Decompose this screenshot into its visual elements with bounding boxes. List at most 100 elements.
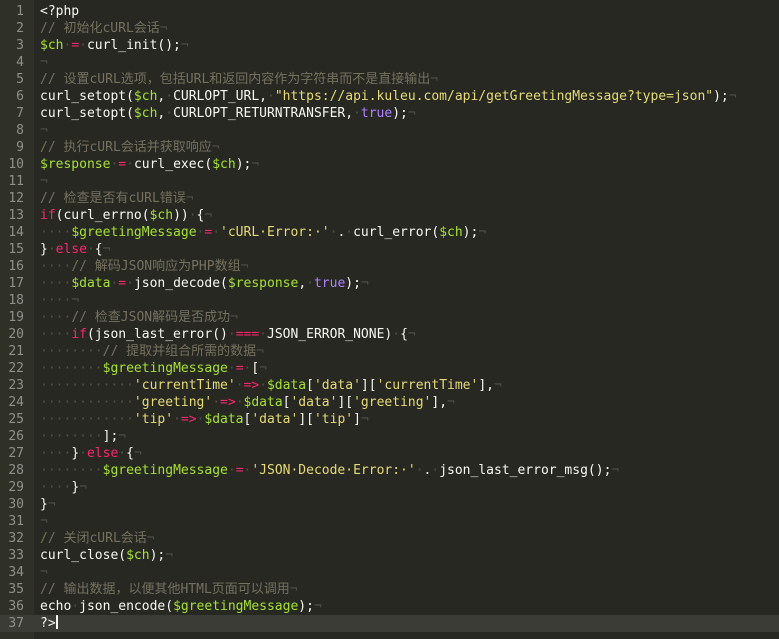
code-token: json_encode(	[79, 599, 174, 614]
code-line[interactable]: 16 ····// 解码JSON响应为PHP数组¬	[0, 258, 779, 275]
code-line[interactable]: 8 ¬	[0, 122, 779, 139]
line-code[interactable]: curl_setopt($ch,·CURLOPT_RETURNTRANSFER,…	[40, 105, 416, 122]
code-line[interactable]: 18 ····¬	[0, 292, 779, 309]
line-code[interactable]: ········$greetingMessage·=·[¬	[40, 360, 267, 377]
line-code[interactable]: echo·json_encode($greetingMessage);¬	[40, 598, 322, 615]
whitespace-marker: ¬	[40, 514, 48, 529]
line-code[interactable]: ¬	[40, 513, 48, 530]
code-line[interactable]: 30}¬	[0, 496, 779, 513]
code-line[interactable]: 19 ····// 检查JSON解码是否成功¬	[0, 309, 779, 326]
code-line[interactable]: 36 echo·json_encode($greetingMessage);¬	[0, 598, 779, 615]
line-code[interactable]: ¬	[40, 173, 48, 190]
code-line[interactable]: 33 curl_close($ch);¬	[0, 547, 779, 564]
line-code[interactable]: ············'tip'·=>·$data['data']['tip'…	[40, 411, 369, 428]
code-line[interactable]: 34 ¬	[0, 564, 779, 581]
line-code[interactable]: $response·=·curl_exec($ch);¬	[40, 156, 259, 173]
whitespace-marker: ¬	[259, 361, 267, 376]
line-code[interactable]: // 设置cURL选项，包括URL和返回内容作为字符串而不是直接输出¬	[40, 71, 438, 88]
code-line[interactable]: 37 ?>	[0, 615, 779, 632]
line-number: 34	[8, 565, 24, 580]
line-code[interactable]: ········];¬	[40, 428, 126, 445]
line-code[interactable]: ?>	[40, 615, 58, 632]
line-code[interactable]: }·else·{¬	[40, 241, 110, 258]
code-line[interactable]: 1 <?php	[0, 3, 779, 20]
code-line[interactable]: 13 if(curl_errno($ch))·{¬	[0, 207, 779, 224]
line-code[interactable]: ············'currentTime'·=>·$data['data…	[40, 377, 502, 394]
line-code[interactable]: ········// 提取并组合所需的数据¬	[40, 343, 264, 360]
whitespace-marker: ¬	[251, 157, 260, 172]
line-code[interactable]: ············'greeting'·=>·$data['data'][…	[40, 394, 455, 411]
code-line[interactable]: 6 curl_setopt($ch,·CURLOPT_URL,·"https://…	[0, 88, 779, 105]
code-line[interactable]: 10 $response·=·curl_exec($ch);¬	[0, 156, 779, 173]
line-code[interactable]: ····// 解码JSON响应为PHP数组¬	[40, 258, 248, 275]
code-line[interactable]: 12 // 检查是否有cURL错误¬	[0, 190, 779, 207]
line-number: 14	[8, 225, 24, 240]
line-code[interactable]: ····if(json_last_error()·===·JSON_ERROR_…	[40, 326, 416, 343]
code-token: else	[86, 446, 119, 461]
code-line[interactable]: 2 // 初始化cURL会话¬	[0, 20, 779, 37]
line-code[interactable]: curl_close($ch);¬	[40, 547, 173, 564]
line-code[interactable]: ····}·else·{¬	[40, 445, 142, 462]
code-line[interactable]: 3 $ch·=·curl_init();¬	[0, 37, 779, 54]
line-code[interactable]: ¬	[40, 122, 48, 139]
code-line[interactable]: 15}·else·{¬	[0, 241, 779, 258]
code-line[interactable]: 25 ············'tip'·=>·$data['data']['ti…	[0, 411, 779, 428]
code-token: // 提取并组合所需的数据	[102, 344, 257, 359]
code-line[interactable]: 26 ········];¬	[0, 428, 779, 445]
code-line[interactable]: 7 curl_setopt($ch,·CURLOPT_RETURNTRANSFER…	[0, 105, 779, 122]
code-line[interactable]: 21 ········// 提取并组合所需的数据¬	[0, 343, 779, 360]
line-code[interactable]: }¬	[40, 496, 56, 513]
line-code[interactable]: // 初始化cURL会话¬	[40, 20, 168, 37]
code-line[interactable]: 5 // 设置cURL选项，包括URL和返回内容作为字符串而不是直接输出¬	[0, 71, 779, 88]
line-code[interactable]: // 执行cURL会话并获取响应¬	[40, 139, 220, 156]
code-line[interactable]: 28 ········$greetingMessage·=·'JSON·Decod…	[0, 462, 779, 479]
whitespace-marker: ¬	[430, 72, 439, 87]
code-line[interactable]: 32 // 关闭cURL会话¬	[0, 530, 779, 547]
whitespace-marker: ¬	[478, 225, 487, 240]
code-line[interactable]: 35 // 输出数据，以便其他HTML页面可以调用¬	[0, 581, 779, 598]
code-token: $data	[266, 378, 307, 393]
code-line[interactable]: 20 ····if(json_last_error()·===·JSON_ERRO…	[0, 326, 779, 343]
code-line[interactable]: 24 ············'greeting'·=>·$data['data'…	[0, 394, 779, 411]
whitespace-marker: ·	[71, 599, 80, 614]
line-code[interactable]: curl_setopt($ch,·CURLOPT_URL,·"https://a…	[40, 88, 737, 105]
code-line[interactable]: 17 ····$data·=·json_decode($response,·tru…	[0, 275, 779, 292]
whitespace-marker: ·	[227, 361, 236, 376]
line-number: 18	[8, 293, 24, 308]
code-token: ===	[235, 327, 260, 342]
whitespace-marker: ·	[235, 378, 244, 393]
code-token: =	[235, 361, 244, 376]
code-token: {	[126, 446, 134, 461]
line-code[interactable]: // 输出数据，以便其他HTML页面可以调用¬	[40, 581, 298, 598]
code-line[interactable]: 4 ¬	[0, 54, 779, 71]
code-line[interactable]: 27 ····}·else·{¬	[0, 445, 779, 462]
whitespace-marker: ········	[40, 463, 103, 478]
line-code[interactable]: ····$data·=·json_decode($response,·true)…	[40, 275, 369, 292]
line-code[interactable]: // 检查是否有cURL错误¬	[40, 190, 194, 207]
code-line[interactable]: 22 ········$greetingMessage·=·[¬	[0, 360, 779, 377]
line-code[interactable]: $ch·=·curl_init();¬	[40, 37, 189, 54]
line-code[interactable]: ····}¬	[40, 479, 87, 496]
line-code[interactable]: ¬	[40, 54, 48, 71]
code-lines[interactable]: 1 <?php 2// 初始化cURL会话¬ 3 $ch·=·curl_init();¬…	[0, 3, 779, 632]
code-token: =	[118, 157, 127, 172]
line-code[interactable]: ····// 检查JSON解码是否成功¬	[40, 309, 238, 326]
line-code[interactable]: // 关闭cURL会话¬	[40, 530, 155, 547]
code-token: ];	[102, 429, 119, 444]
code-line[interactable]: 29 ····}¬	[0, 479, 779, 496]
code-line[interactable]: 9 // 执行cURL会话并获取响应¬	[0, 139, 779, 156]
line-code[interactable]: ····$greetingMessage·=·'cURL·Error:·'·.·…	[40, 224, 486, 241]
line-code[interactable]: ····¬	[40, 292, 79, 309]
whitespace-marker: ····	[40, 327, 72, 342]
code-line[interactable]: 11 ¬	[0, 173, 779, 190]
code-token: // 检查JSON解码是否成功	[71, 310, 231, 325]
line-code[interactable]: <?php	[40, 3, 79, 20]
line-code[interactable]: if(curl_errno($ch))·{¬	[40, 207, 212, 224]
line-code[interactable]: ········$greetingMessage·=·'JSON·Decode·…	[40, 462, 619, 479]
code-editor[interactable]: 1 <?php 2// 初始化cURL会话¬ 3 $ch·=·curl_init();¬…	[0, 0, 779, 639]
code-token: // 初始化cURL会话	[40, 21, 160, 36]
code-line[interactable]: 23 ············'currentTime'·=>·$data['da…	[0, 377, 779, 394]
line-code[interactable]: ¬	[40, 564, 48, 581]
code-line[interactable]: 31 ¬	[0, 513, 779, 530]
code-line[interactable]: 14 ····$greetingMessage·=·'cURL·Error:·'·…	[0, 224, 779, 241]
